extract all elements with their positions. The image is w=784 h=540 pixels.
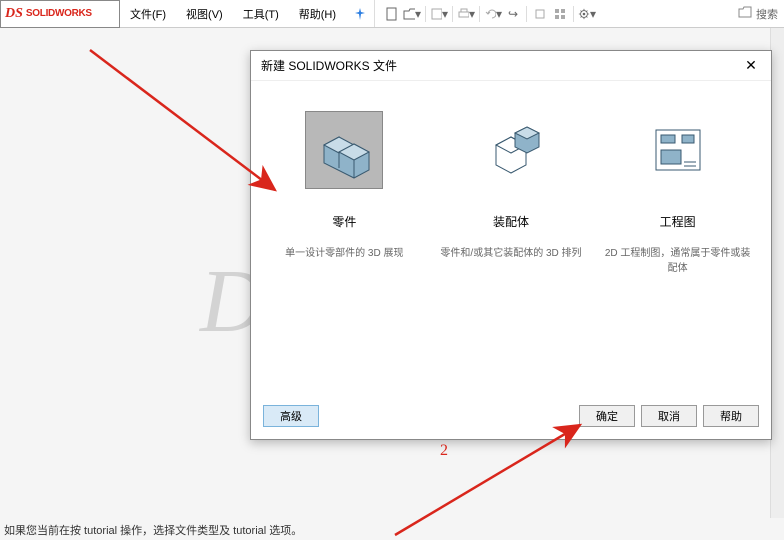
open-file-icon[interactable]: ▾ (403, 5, 421, 23)
menu-tools[interactable]: 工具(T) (233, 0, 289, 27)
menu-help[interactable]: 帮助(H) (289, 0, 346, 27)
close-icon[interactable]: ✕ (741, 56, 761, 76)
new-file-icon[interactable] (383, 5, 401, 23)
dialog-footer: 高级 确定 取消 帮助 (263, 405, 759, 427)
pin-icon[interactable] (346, 0, 374, 27)
print-icon[interactable]: ▾ (457, 5, 475, 23)
top-menu-bar: DS SOLIDWORKS 文件(F) 视图(V) 工具(T) 帮助(H) ▾ … (0, 0, 784, 28)
option-part[interactable]: 零件 单一设计零部件的 3D 展现 (269, 111, 419, 274)
save-icon[interactable]: ▾ (430, 5, 448, 23)
app-logo: DS SOLIDWORKS (0, 0, 120, 28)
option-assembly-title: 装配体 (436, 213, 586, 230)
option-drawing-desc: 2D 工程制图，通常属于零件或装配体 (603, 244, 753, 274)
option-assembly[interactable]: 装配体 零件和/或其它装配体的 3D 排列 (436, 111, 586, 274)
option-drawing-title: 工程图 (603, 213, 753, 230)
option-part-title: 零件 (269, 213, 419, 230)
menu-file[interactable]: 文件(F) (120, 0, 176, 27)
rebuild-icon[interactable] (551, 5, 569, 23)
help-button[interactable]: 帮助 (703, 405, 759, 427)
redo-icon[interactable]: ↪ (504, 5, 522, 23)
dialog-title-text: 新建 SOLIDWORKS 文件 (261, 57, 397, 74)
advanced-button[interactable]: 高级 (263, 405, 319, 427)
search-area[interactable]: 搜索 (738, 6, 784, 22)
part-icon (305, 111, 383, 189)
new-document-dialog: 新建 SOLIDWORKS 文件 ✕ 零件 单一设计零部件的 3D 展现 (250, 50, 772, 440)
select-icon[interactable] (531, 5, 549, 23)
option-part-desc: 单一设计零部件的 3D 展现 (269, 244, 419, 259)
option-assembly-desc: 零件和/或其它装配体的 3D 排列 (436, 244, 586, 259)
undo-icon[interactable]: ▾ (484, 5, 502, 23)
assembly-icon (472, 111, 550, 189)
vertical-scrollbar[interactable] (770, 28, 784, 518)
folder-icon (738, 6, 752, 21)
logo-text: SOLIDWORKS (26, 8, 92, 19)
cancel-button[interactable]: 取消 (641, 405, 697, 427)
dialog-body: 零件 单一设计零部件的 3D 展现 装配体 零件和/或其它装配体的 3D 排列 (251, 81, 771, 284)
logo-glyph: DS (5, 6, 23, 22)
dialog-titlebar: 新建 SOLIDWORKS 文件 ✕ (251, 51, 771, 81)
menu-view[interactable]: 视图(V) (176, 0, 233, 27)
main-menu: 文件(F) 视图(V) 工具(T) 帮助(H) (120, 0, 374, 27)
annotation-number-2: 2 (440, 442, 448, 460)
search-label: 搜索 (756, 6, 778, 22)
status-bar-text: 如果您当前在按 tutorial 操作，选择文件类型及 tutorial 选项。 (4, 522, 302, 538)
ok-button[interactable]: 确定 (579, 405, 635, 427)
toolbar: ▾ ▾ ▾ ▾ ↪ ▾ (374, 0, 604, 27)
option-drawing[interactable]: 工程图 2D 工程制图，通常属于零件或装配体 (603, 111, 753, 274)
drawing-icon (639, 111, 717, 189)
settings-icon[interactable]: ▾ (578, 5, 596, 23)
